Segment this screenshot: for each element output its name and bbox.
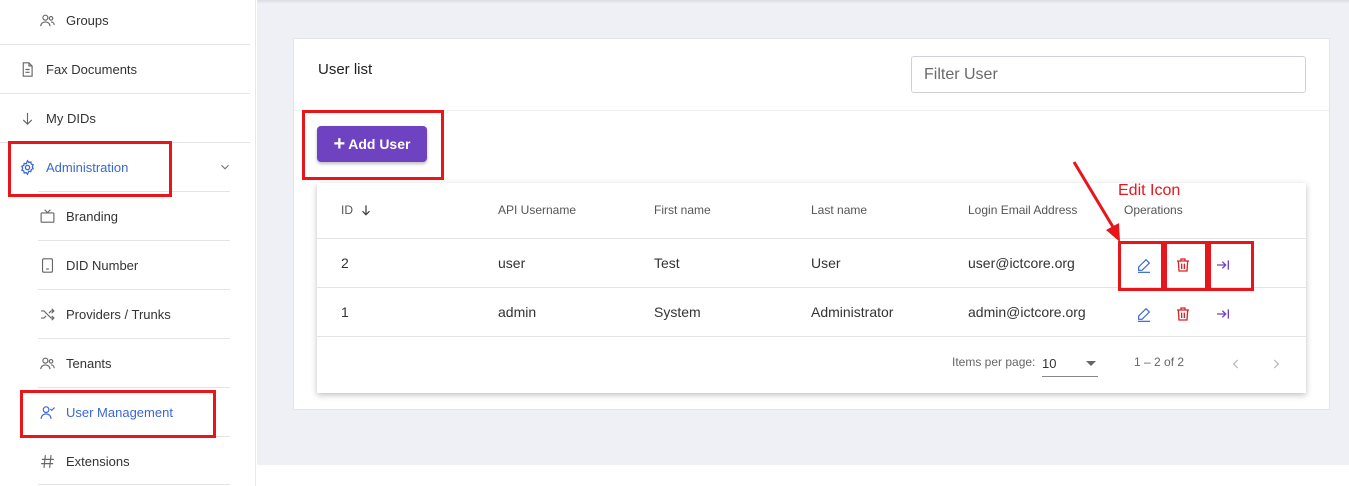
sidebar-item-label: Extensions — [66, 453, 130, 469]
annotation-box-login — [1208, 241, 1254, 291]
divider — [317, 336, 1306, 337]
sidebar-item-branding[interactable]: Branding — [38, 192, 230, 240]
cell-username: user — [498, 255, 526, 271]
delete-icon[interactable] — [1175, 306, 1191, 322]
items-per-page-label: Items per page: — [952, 355, 1036, 369]
login-as-icon[interactable] — [1215, 306, 1231, 322]
card-header: User list — [294, 39, 1329, 111]
sidebar-item-my-dids[interactable]: My DIDs — [18, 94, 250, 142]
sidebar-item-groups[interactable]: Groups — [38, 0, 230, 44]
sidebar-item-label: Groups — [66, 12, 109, 28]
cell-first-name: Test — [654, 255, 680, 271]
chevron-down-icon[interactable] — [218, 160, 232, 174]
items-per-page-value: 10 — [1042, 356, 1057, 371]
cell-id: 2 — [341, 255, 349, 271]
cell-last-name: Administrator — [811, 304, 894, 320]
cell-username: admin — [498, 304, 537, 320]
filter-user-input[interactable] — [911, 56, 1306, 93]
column-header-label: ID — [341, 203, 353, 217]
tv-icon — [38, 207, 56, 225]
annotation-box-administration — [8, 141, 172, 197]
annotation-box-edit — [1118, 241, 1164, 291]
column-header-last-name: Last name — [811, 203, 868, 217]
column-header-email: Login Email Address — [968, 203, 1078, 217]
shuffle-icon — [38, 305, 56, 323]
page-title: User list — [318, 61, 373, 78]
column-header-first-name: First name — [654, 203, 711, 217]
column-header-id[interactable]: ID — [341, 203, 373, 217]
column-header-api-username: API Username — [498, 203, 577, 217]
previous-page-icon[interactable] — [1229, 356, 1243, 372]
divider — [317, 238, 1306, 239]
sidebar-item-label: Providers / Trunks — [66, 306, 171, 322]
cell-last-name: User — [811, 255, 841, 271]
items-per-page-select[interactable]: 10 — [1042, 351, 1098, 377]
sidebar-item-label: Fax Documents — [46, 61, 138, 77]
users-icon — [38, 354, 56, 372]
annotation-box-delete — [1164, 241, 1208, 291]
cell-first-name: System — [654, 304, 701, 320]
edit-icon[interactable] — [1136, 306, 1152, 322]
arrow-down-icon — [18, 109, 36, 127]
sidebar-item-label: DID Number — [66, 257, 139, 273]
annotation-box-add-user — [302, 110, 444, 180]
header-shadow — [257, 0, 1349, 4]
phone-icon — [38, 256, 56, 274]
caret-down-icon — [1086, 361, 1096, 366]
sidebar-item-fax-documents[interactable]: Fax Documents — [18, 45, 250, 93]
document-icon — [18, 60, 36, 78]
column-header-operations: Operations — [1124, 203, 1183, 217]
sidebar-item-label: Tenants — [66, 355, 112, 371]
annotation-box-user-management — [20, 390, 216, 438]
sidebar-item-extensions[interactable]: Extensions — [38, 437, 230, 485]
pagination-range: 1 – 2 of 2 — [1134, 355, 1185, 369]
sidebar-item-providers-trunks[interactable]: Providers / Trunks — [38, 290, 230, 338]
annotation-arrow-icon — [1072, 161, 1120, 242]
next-page-icon[interactable] — [1269, 356, 1283, 372]
cell-email: user@ictcore.org — [968, 255, 1075, 271]
divider — [38, 484, 230, 485]
annotation-label: Edit Icon — [1118, 182, 1181, 199]
sidebar-item-label: Branding — [66, 208, 119, 224]
sort-arrow-down-icon — [362, 205, 370, 216]
cell-id: 1 — [341, 304, 349, 320]
sidebar-item-tenants[interactable]: Tenants — [38, 339, 230, 387]
users-icon — [38, 11, 56, 29]
hash-icon — [38, 452, 56, 470]
sidebar-item-label: My DIDs — [46, 110, 96, 126]
cell-email: admin@ictcore.org — [968, 304, 1086, 320]
sidebar-item-did-number[interactable]: DID Number — [38, 241, 230, 289]
